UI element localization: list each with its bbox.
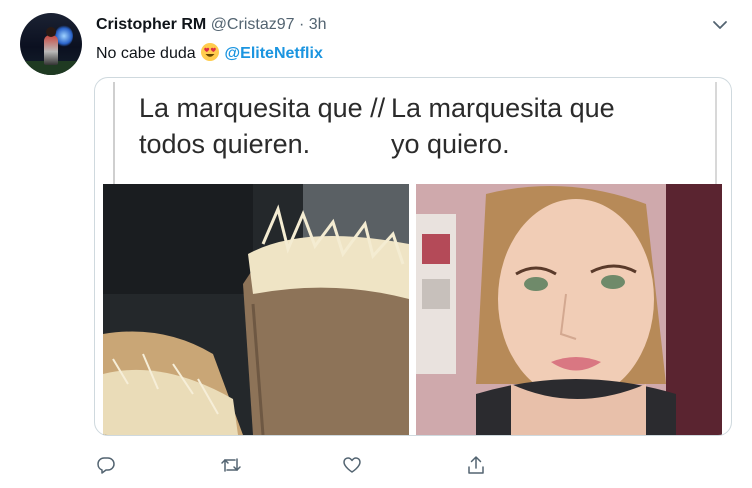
meme-caption: La marquesita que // todos quieren. La m… — [113, 82, 717, 184]
chevron-down-icon[interactable] — [710, 15, 730, 35]
reply-icon[interactable] — [96, 455, 116, 475]
avatar[interactable] — [20, 13, 82, 75]
caption-left: La marquesita que // todos quieren. — [139, 90, 385, 162]
retweet-icon[interactable] — [220, 455, 242, 475]
avatar-head — [46, 27, 56, 37]
avatar-person — [44, 35, 58, 65]
separator-dot: · — [298, 16, 305, 33]
author-name[interactable]: Cristopher RM — [96, 16, 206, 33]
mention-link[interactable]: @EliteNetflix — [225, 45, 323, 62]
tweet-text-body: No cabe duda — [96, 45, 196, 62]
actress-illustration — [416, 184, 722, 435]
tweet-text: No cabe duda @EliteNetflix — [96, 42, 323, 65]
tweet-header: Cristopher RM @Cristaz97 · 3h — [96, 15, 327, 35]
timestamp[interactable]: 3h — [309, 16, 327, 33]
caption-right-line2: yo quiero. — [391, 129, 510, 159]
tweet[interactable]: Cristopher RM @Cristaz97 · 3h No cabe du… — [0, 0, 752, 488]
actress-photo[interactable] — [416, 184, 722, 435]
caption-left-line1: La marquesita que // — [139, 93, 386, 123]
heart-icon[interactable] — [342, 455, 362, 475]
share-icon[interactable] — [466, 455, 486, 475]
tweet-media[interactable]: La marquesita que // todos quieren. La m… — [94, 77, 732, 436]
heart-eyes-emoji-icon — [201, 43, 220, 61]
author-handle[interactable]: @Cristaz97 — [211, 16, 295, 33]
caption-left-line2: todos quieren. — [139, 129, 311, 159]
caption-right: La marquesita que yo quiero. — [391, 90, 615, 162]
caption-right-line1: La marquesita que — [391, 93, 615, 123]
marquesita-illustration — [103, 184, 409, 435]
marquesita-photo[interactable] — [103, 184, 409, 435]
